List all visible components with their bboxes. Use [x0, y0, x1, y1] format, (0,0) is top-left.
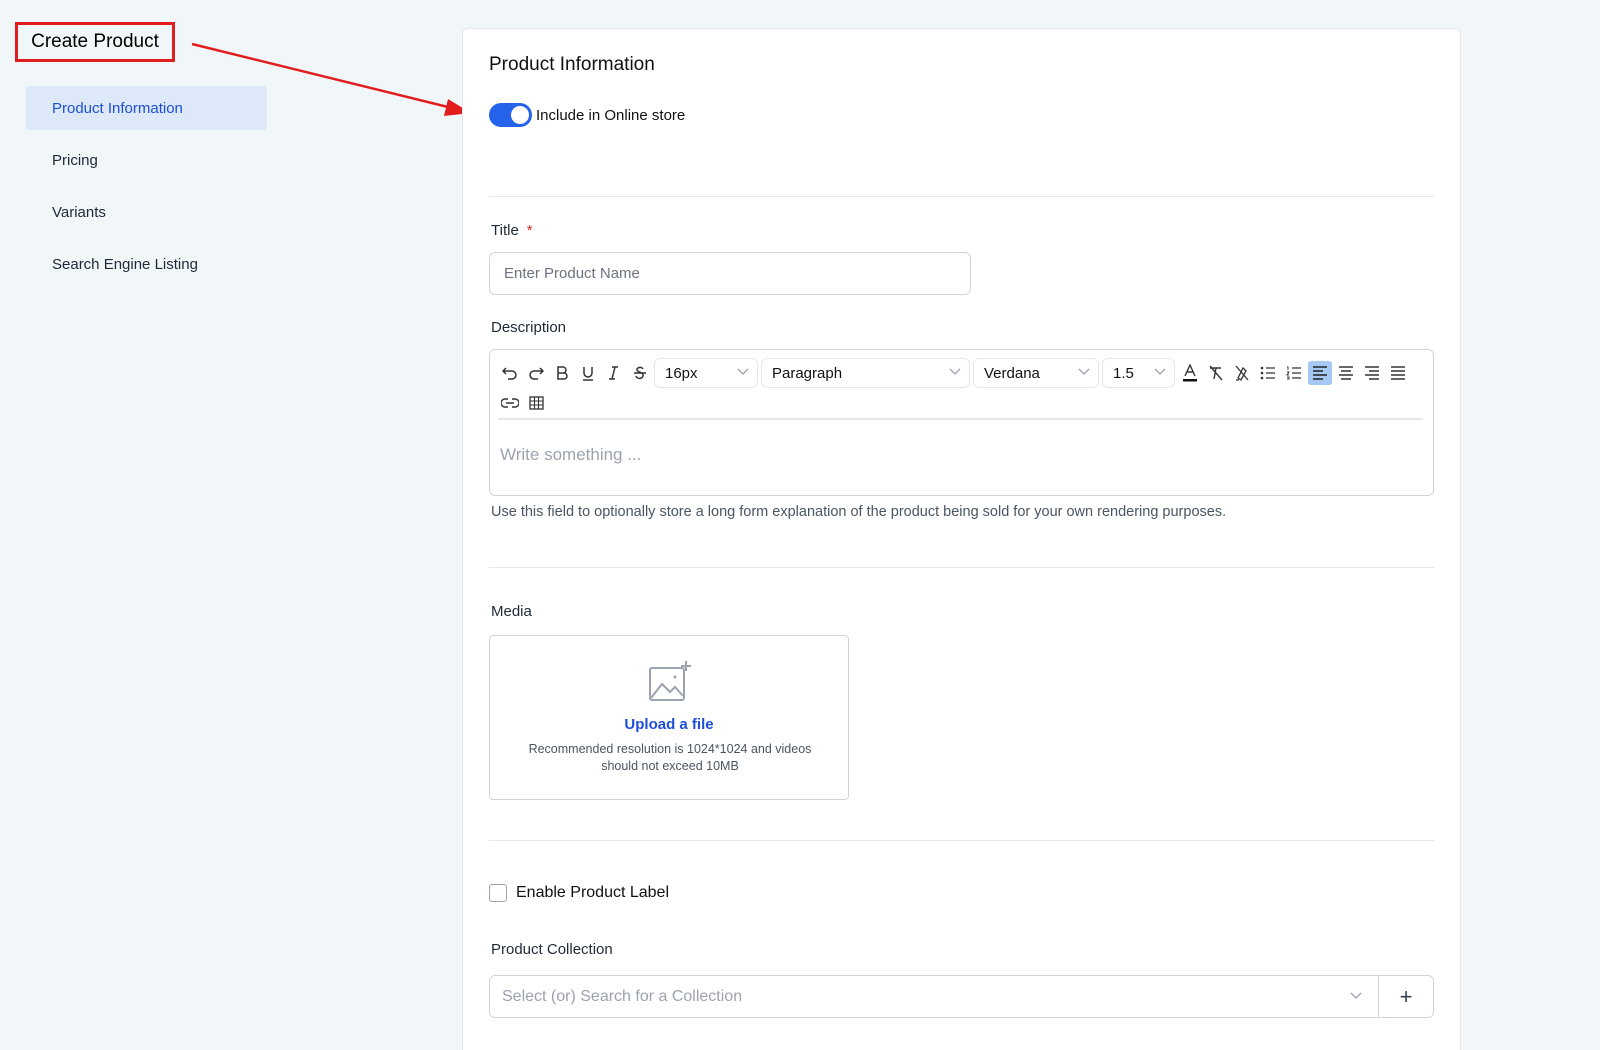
product-collection-label: Product Collection	[491, 941, 613, 958]
font-size-value: 16px	[665, 364, 698, 382]
product-information-card: Product Information Include in Online st…	[462, 28, 1461, 1050]
media-label: Media	[491, 603, 532, 620]
title-input[interactable]	[489, 252, 971, 295]
divider	[489, 196, 1434, 197]
editor-placeholder[interactable]: Write something ...	[500, 445, 641, 465]
chevron-down-icon	[1350, 992, 1362, 999]
block-format-select[interactable]: Paragraph	[761, 358, 970, 388]
section-title: Product Information	[489, 54, 655, 75]
online-store-toggle[interactable]	[489, 103, 532, 127]
undo-icon[interactable]	[498, 361, 522, 385]
title-label: Title *	[491, 222, 533, 239]
align-left-icon[interactable]	[1308, 361, 1332, 385]
online-store-toggle-label: Include in Online store	[536, 106, 686, 124]
add-collection-button[interactable]: +	[1378, 975, 1434, 1018]
description-label: Description	[491, 319, 567, 336]
bold-icon[interactable]	[550, 361, 574, 385]
enable-product-label-checkbox[interactable]	[489, 884, 507, 902]
strikethrough-icon[interactable]	[628, 361, 652, 385]
block-format-value: Paragraph	[772, 364, 843, 382]
sidebar-item-pricing[interactable]: Pricing	[26, 138, 267, 182]
font-size-select[interactable]: 16px	[654, 358, 758, 388]
description-editor: 16px Paragraph Verdana 1.5 Write somethi…	[489, 349, 1434, 496]
underline-icon[interactable]	[576, 361, 600, 385]
table-icon[interactable]	[524, 391, 548, 415]
align-right-icon[interactable]	[1360, 361, 1384, 385]
link-icon[interactable]	[498, 391, 522, 415]
editor-toolbar: 16px Paragraph Verdana 1.5	[498, 358, 1423, 420]
sidebar-item-product-information[interactable]: Product Information	[26, 86, 267, 130]
align-center-icon[interactable]	[1334, 361, 1358, 385]
italic-icon[interactable]	[602, 361, 626, 385]
sidebar-item-search-engine-listing[interactable]: Search Engine Listing	[26, 242, 267, 286]
upload-file-link[interactable]: Upload a file	[490, 716, 848, 733]
required-mark: *	[526, 222, 533, 239]
chevron-down-icon	[1154, 368, 1166, 375]
title-label-text: Title	[491, 222, 519, 239]
bullet-list-icon[interactable]	[1256, 361, 1280, 385]
align-justify-icon[interactable]	[1386, 361, 1410, 385]
image-add-icon	[649, 661, 691, 701]
collection-placeholder: Select (or) Search for a Collection	[502, 987, 743, 1005]
collection-select[interactable]: Select (or) Search for a Collection	[489, 975, 1379, 1018]
online-store-toggle-row: Include in Online store	[489, 103, 685, 127]
chevron-down-icon	[737, 368, 749, 375]
sidebar-item-variants[interactable]: Variants	[26, 190, 267, 234]
divider	[489, 840, 1434, 841]
numbered-list-icon[interactable]	[1282, 361, 1306, 385]
chevron-down-icon	[949, 368, 961, 375]
media-upload-dropzone[interactable]: Upload a file Recommended resolution is …	[489, 635, 849, 800]
redo-icon[interactable]	[524, 361, 548, 385]
chevron-down-icon	[1078, 368, 1090, 375]
product-label-row: Enable Product Label	[489, 884, 669, 902]
text-color-icon[interactable]	[1178, 361, 1202, 385]
description-helper-text: Use this field to optionally store a lon…	[491, 504, 1227, 520]
font-family-value: Verdana	[984, 364, 1040, 382]
font-family-select[interactable]: Verdana	[973, 358, 1099, 388]
toggle-knob	[511, 106, 529, 124]
enable-product-label-text: Enable Product Label	[516, 884, 669, 901]
upload-hint: Recommended resolution is 1024*1024 and …	[528, 742, 812, 773]
line-height-select[interactable]: 1.5	[1102, 358, 1175, 388]
divider	[489, 567, 1434, 568]
line-height-value: 1.5	[1113, 364, 1134, 382]
highlight-icon[interactable]	[1230, 361, 1254, 385]
sidebar-nav: Product Information Pricing Variants Sea…	[26, 86, 267, 294]
clear-format-icon[interactable]	[1204, 361, 1228, 385]
page-title: Create Product	[15, 22, 175, 62]
